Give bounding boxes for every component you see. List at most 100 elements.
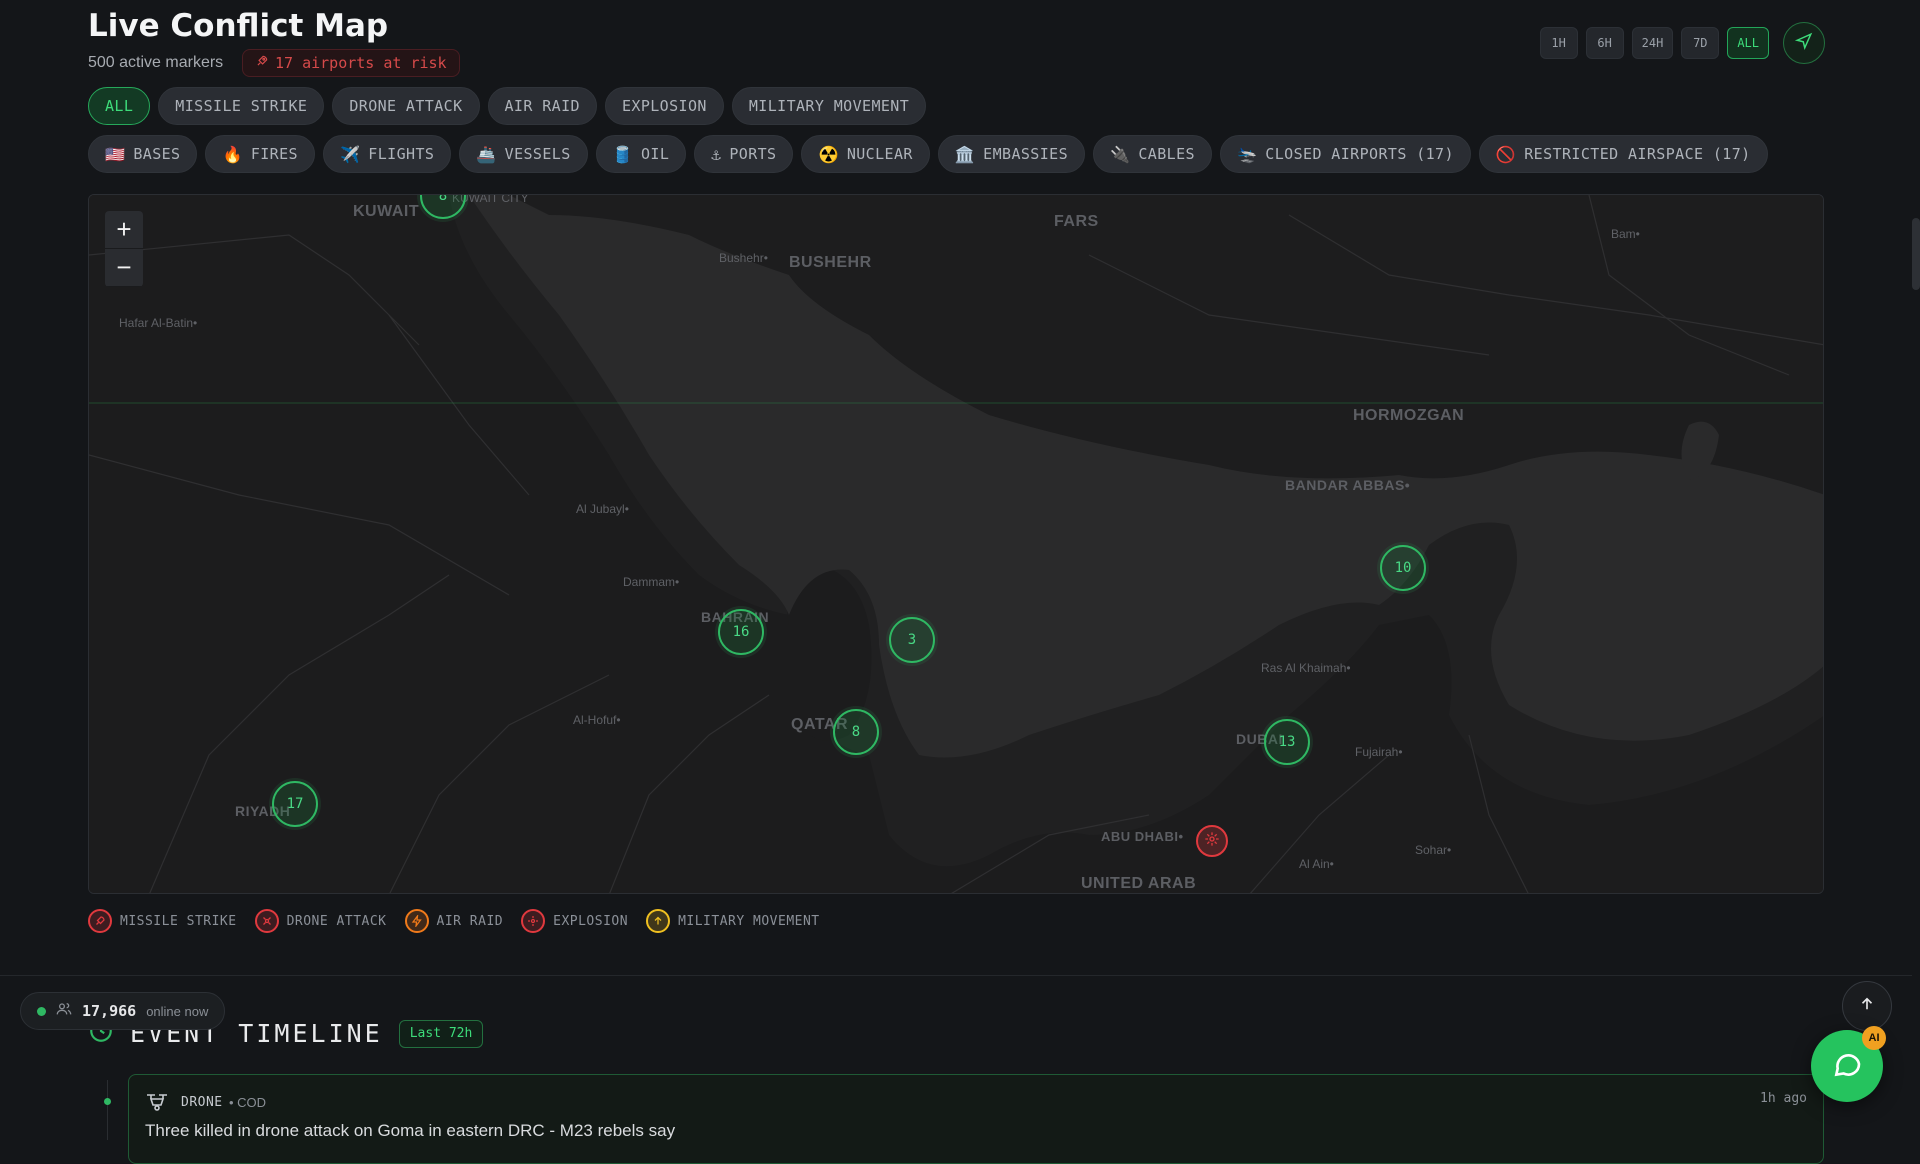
layer-cables[interactable]: 🔌 CABLES (1093, 135, 1212, 173)
layer-label: RESTRICTED AIRSPACE (17) (1524, 145, 1751, 163)
chat-bubble-icon (1831, 1048, 1863, 1085)
plug-icon: 🔌 (1110, 144, 1131, 164)
layer-fires[interactable]: 🔥 FIRES (205, 135, 315, 173)
map-label-al-jubayl: Al Jubayl• (576, 502, 629, 516)
layer-label: EMBASSIES (983, 145, 1069, 163)
legend-label: MILITARY MOVEMENT (678, 913, 820, 929)
timeline-line (107, 1080, 108, 1140)
event-type-filters: ALL MISSILE STRIKE DRONE ATTACK AIR RAID… (88, 87, 927, 125)
drone-icon (254, 909, 279, 933)
zoom-in-button[interactable]: + (105, 211, 143, 249)
ship-icon: 🚢 (476, 144, 497, 164)
timeline-range-badge: Last 72h (398, 1019, 484, 1048)
building-icon: 🏛️ (954, 144, 976, 164)
layer-embassies[interactable]: 🏛️ EMBASSIES (937, 135, 1086, 173)
layer-label: OIL (640, 145, 670, 163)
event-source: • COD (229, 1095, 267, 1110)
layer-flights[interactable]: ✈️ FLIGHTS (322, 135, 452, 173)
map-legend: MISSILE STRIKE DRONE ATTACK AIR RAID EXP… (88, 909, 820, 933)
cluster-marker-dubai[interactable]: 13 (1264, 719, 1310, 765)
map-label-hafar: Hafar Al-Batin• (119, 316, 198, 330)
cluster-marker-riyadh[interactable]: 17 (272, 781, 318, 827)
cluster-marker-bandar-abbas[interactable]: 10 (1380, 545, 1426, 591)
map-label-fars: FARS (1054, 213, 1099, 230)
time-filter-6h[interactable]: 6H (1585, 27, 1624, 59)
airplane-icon: ✈️ (339, 144, 361, 164)
layer-filters: 🇺🇸 BASES 🔥 FIRES ✈️ FLIGHTS 🚢 VESSELS 🛢️ OIL … (88, 135, 1768, 173)
map-label-uae: UNITED ARAB (1081, 875, 1197, 892)
legend-label: AIR RAID (436, 913, 504, 929)
map-label-al-ain: Al Ain• (1299, 857, 1334, 871)
filter-explosion[interactable]: EXPLOSION (604, 87, 724, 125)
time-filter-24h[interactable]: 24H (1631, 27, 1674, 59)
map-label-abu-dhabi: ABU DHABI• (1101, 829, 1184, 844)
time-filter-7d[interactable]: 7D (1681, 27, 1720, 59)
airports-risk-badge[interactable]: 17 airports at risk (242, 49, 460, 77)
fire-icon: 🔥 (222, 144, 243, 164)
users-icon (56, 1001, 72, 1022)
layer-label: PORTS (729, 145, 777, 163)
explosion-icon (1204, 831, 1220, 852)
anchor-icon: ⚓ (711, 144, 722, 164)
layer-closed-airports[interactable]: 🛬 CLOSED AIRPORTS (17) (1219, 135, 1471, 173)
map-label-bushehr-city: Bushehr• (719, 251, 768, 265)
layer-vessels[interactable]: 🚢 VESSELS (459, 135, 588, 173)
zoom-controls: + − (105, 211, 143, 287)
online-label: online now (146, 1003, 209, 1019)
time-filter-1h[interactable]: 1H (1539, 27, 1578, 59)
scrollbar-thumb[interactable] (1912, 218, 1920, 290)
layer-nuclear[interactable]: ☢️ NUCLEAR (801, 135, 930, 173)
legend-label: EXPLOSION (553, 913, 629, 929)
locate-button[interactable] (1783, 22, 1825, 64)
time-filter-all[interactable]: ALL (1727, 27, 1769, 59)
layer-restricted-airspace[interactable]: 🚫 RESTRICTED AIRSPACE (17) (1478, 135, 1768, 173)
prohibited-icon: 🚫 (1495, 144, 1517, 164)
layer-oil[interactable]: 🛢️ OIL (595, 135, 687, 173)
explosion-marker[interactable] (1196, 825, 1228, 857)
oil-barrel-icon: 🛢️ (612, 144, 633, 164)
section-divider (0, 975, 1912, 976)
lightning-icon (404, 909, 429, 933)
active-markers-count: 500 active markers (88, 54, 224, 71)
cluster-marker-gulf[interactable]: 3 (889, 617, 935, 663)
airplane-landing-icon: 🛬 (1236, 144, 1258, 164)
layer-ports[interactable]: ⚓ PORTS (694, 135, 794, 173)
online-count: 17,966 (82, 1002, 137, 1020)
event-time-ago: 1h ago (1760, 1091, 1807, 1106)
arrow-up-icon (1858, 995, 1876, 1018)
scroll-to-top-button[interactable] (1842, 981, 1892, 1031)
layer-bases[interactable]: 🇺🇸 BASES (88, 135, 198, 173)
filter-missile-strike[interactable]: MISSILE STRIKE (158, 87, 325, 125)
filter-air-raid[interactable]: AIR RAID (487, 87, 597, 125)
rocket-icon (255, 54, 269, 72)
zoom-out-button[interactable]: − (105, 249, 143, 287)
legend-item-military-movement: MILITARY MOVEMENT (646, 909, 820, 933)
legend-item-missile-strike: MISSILE STRIKE (88, 909, 237, 933)
map-label-hormozgan: HORMOZGAN (1353, 407, 1465, 424)
timeline-dot (104, 1098, 111, 1105)
cluster-marker-qatar[interactable]: 8 (833, 709, 879, 755)
filter-all[interactable]: ALL (88, 87, 151, 125)
layer-label: FLIGHTS (368, 145, 435, 163)
map-label-bandar-abbas: BANDAR ABBAS• (1285, 477, 1411, 493)
legend-item-explosion: EXPLOSION (521, 909, 628, 933)
filter-drone-attack[interactable]: DRONE ATTACK (332, 87, 480, 125)
map-basemap (89, 195, 1823, 893)
map-label-sohar: Sohar• (1415, 843, 1452, 857)
layer-label: CLOSED AIRPORTS (17) (1265, 145, 1454, 163)
rocket-icon (88, 909, 112, 933)
layer-label: NUCLEAR (846, 145, 913, 163)
legend-label: DRONE ATTACK (286, 913, 387, 929)
map-label-ras-al-khaimah: Ras Al Khaimah• (1261, 661, 1351, 675)
risk-text: 17 airports at risk (275, 54, 447, 72)
navigation-icon (1794, 32, 1813, 55)
cluster-marker-bahrain[interactable]: 16 (718, 609, 764, 655)
time-filters: 1H 6H 24H 7D ALL (1539, 22, 1825, 64)
timeline-event-card[interactable]: DRONE • COD 1h ago Three killed in drone… (128, 1074, 1824, 1164)
map-label-fujairah: Fujairah• (1355, 745, 1403, 759)
event-headline: Three killed in drone attack on Goma in … (145, 1121, 676, 1140)
filter-military-movement[interactable]: MILITARY MOVEMENT (731, 87, 927, 125)
page-title: Live Conflict Map (88, 8, 389, 44)
arrow-up-icon (646, 909, 671, 933)
conflict-map[interactable]: + − KUWAIT KUWAIT CITY FARS Bushehr• BUS… (88, 194, 1824, 894)
